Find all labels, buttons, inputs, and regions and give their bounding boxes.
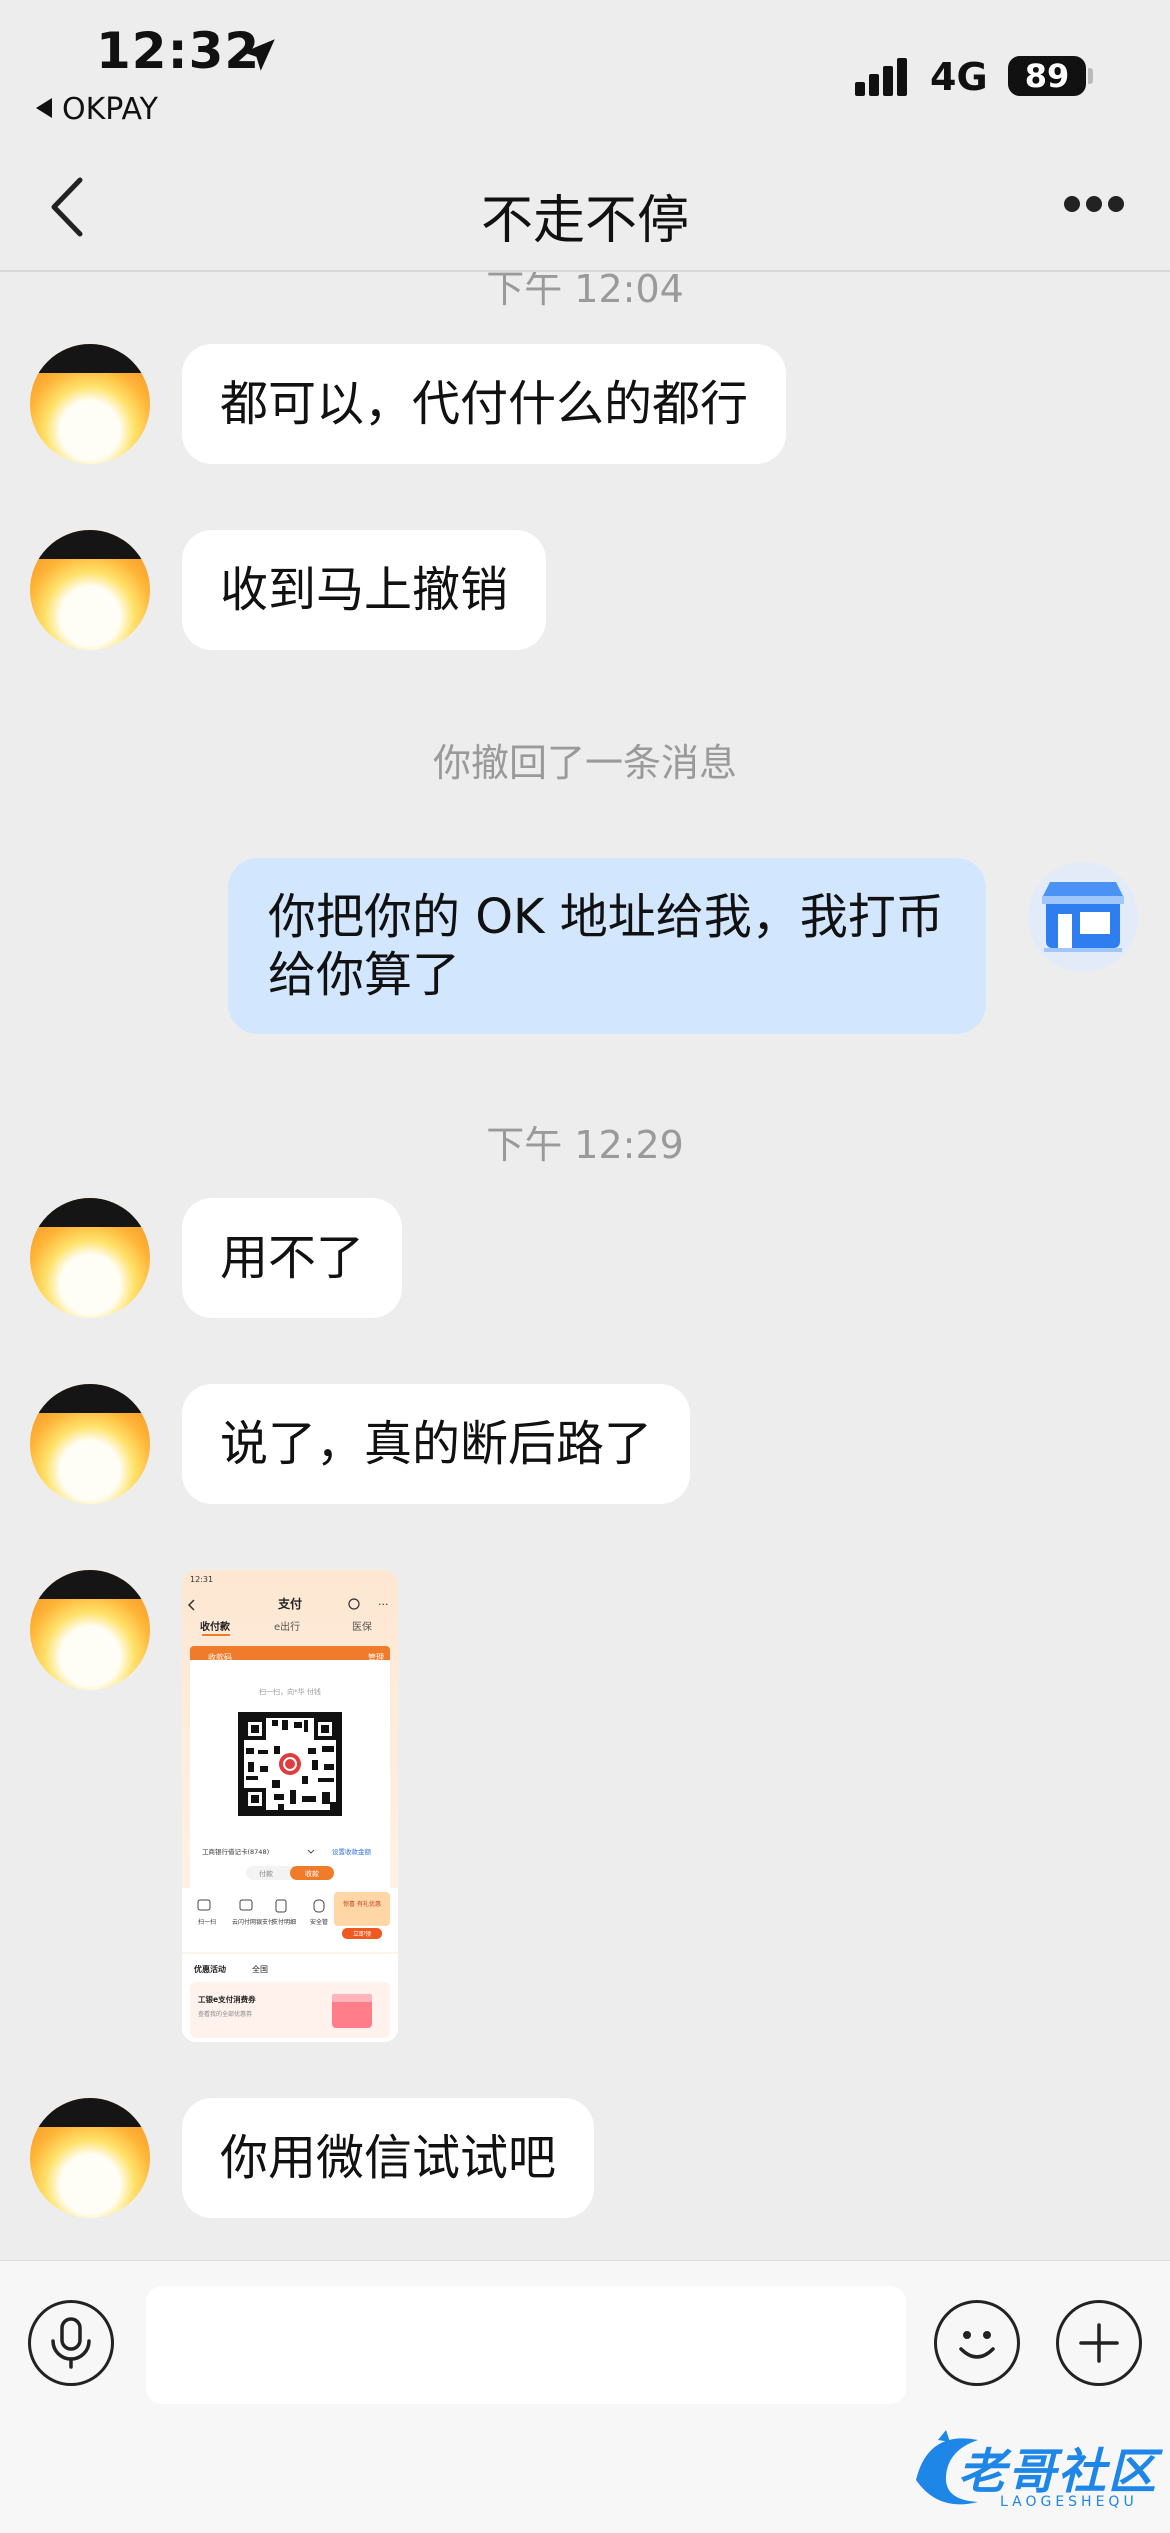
thumb-bank: 工商银行借记卡(8748) bbox=[202, 1847, 269, 1856]
message-bubble-incoming[interactable]: 说了，真的断后路了 bbox=[182, 1384, 691, 1504]
payment-screenshot: 12:31 支付 ··· 收付款 e出行 医保 收款码 管理 扫一扫，向*华 付… bbox=[182, 1570, 398, 2042]
contact-avatar[interactable] bbox=[30, 1570, 150, 1690]
message-bubble-incoming[interactable]: 都可以，代付什么的都行 bbox=[182, 344, 787, 464]
thumb-pay: 付款 bbox=[259, 1869, 273, 1878]
status-time: 12:32 bbox=[96, 22, 261, 80]
watermark-subtext: LAOGESHEQU bbox=[1000, 2494, 1138, 2510]
status-bar: 12:32 OKPAY 4G 89 bbox=[0, 0, 1170, 150]
more-options-icon[interactable] bbox=[1064, 196, 1124, 216]
back-to-app-link[interactable]: OKPAY bbox=[36, 92, 158, 127]
thumb-tab: 医保 bbox=[352, 1620, 372, 1633]
contact-avatar[interactable] bbox=[30, 2098, 150, 2218]
thumb-feature: 支付明细 bbox=[272, 1918, 296, 1926]
thumb-scan-hint: 扫一扫，向*华 付钱 bbox=[259, 1687, 321, 1696]
thumb-tab: 收付款 bbox=[200, 1620, 231, 1633]
battery-tip bbox=[1088, 68, 1093, 84]
thumb-tab: e出行 bbox=[274, 1620, 300, 1633]
timestamp: 下午 12:04 bbox=[486, 272, 684, 311]
message-list[interactable]: 下午 12:04 都可以，代付什么的都行 收到马上撤销 你撤回了一条消息 你把你… bbox=[0, 272, 1170, 2260]
message-bubble-incoming[interactable]: 你用微信试试吧 bbox=[182, 2098, 595, 2218]
thumb-feature: 云闪付网银支付 bbox=[232, 1918, 274, 1926]
location-arrow-icon bbox=[243, 39, 275, 71]
thumb-title: 支付 bbox=[277, 1596, 302, 1611]
contact-avatar[interactable] bbox=[30, 530, 150, 650]
smiley-icon bbox=[959, 2331, 995, 2359]
back-app-label: OKPAY bbox=[62, 92, 158, 127]
watermark-text: 老哥社区 bbox=[958, 2444, 1159, 2500]
back-triangle-icon bbox=[36, 98, 52, 118]
image-message-thumbnail[interactable]: 12:31 支付 ··· 收付款 e出行 医保 收款码 管理 扫一扫，向*华 付… bbox=[182, 1570, 398, 2042]
recall-notice: 你撤回了一条消息 bbox=[432, 741, 737, 785]
message-input[interactable] bbox=[146, 2286, 906, 2404]
thumb-time: 12:31 bbox=[190, 1575, 213, 1584]
battery-level: 89 bbox=[1024, 57, 1070, 95]
thumb-receive: 收款 bbox=[305, 1869, 319, 1878]
more-functions-button[interactable] bbox=[1056, 2300, 1142, 2386]
contact-avatar[interactable] bbox=[30, 344, 150, 464]
thumb-promo-title: 工银e支付消费券 bbox=[198, 1994, 256, 2004]
thumb-gift: 惊喜 有礼优惠 bbox=[343, 1900, 381, 1908]
microphone-icon bbox=[51, 2317, 91, 2369]
battery-icon: 89 bbox=[1008, 56, 1086, 96]
thumb-card-manage: 管理 bbox=[368, 1652, 384, 1662]
thumb-gift-button: 立即领 bbox=[353, 1930, 371, 1938]
message-bubble-incoming[interactable]: 用不了 bbox=[182, 1198, 403, 1318]
contact-avatar[interactable] bbox=[30, 1384, 150, 1504]
thumb-promo-sub: 查看我的全部优惠券 bbox=[198, 2010, 252, 2018]
plus-icon bbox=[1079, 2323, 1119, 2363]
timestamp: 下午 12:29 bbox=[486, 1123, 684, 1167]
chat-title: 不走不停 bbox=[480, 191, 689, 251]
thumb-card-title: 收款码 bbox=[208, 1652, 232, 1662]
message-bubble-incoming[interactable]: 收到马上撤销 bbox=[182, 530, 547, 650]
thumb-feature: 安全管 bbox=[310, 1918, 328, 1926]
qr-code bbox=[236, 1710, 344, 1818]
emoji-button[interactable] bbox=[934, 2300, 1020, 2386]
thumb-feature: 扫一扫 bbox=[198, 1918, 216, 1926]
cellular-signal-icon bbox=[855, 56, 915, 96]
thumb-promo-badge: 优惠活动 bbox=[194, 1964, 226, 1974]
thumb-promo-all: 全国 bbox=[252, 1964, 268, 1974]
network-type: 4G bbox=[930, 55, 988, 99]
thumb-set-amount: 设置收款金额 bbox=[332, 1847, 372, 1856]
voice-input-button[interactable] bbox=[28, 2300, 114, 2386]
message-bubble-outgoing[interactable]: 你把你的 OK 地址给我，我打币给你算了 bbox=[228, 858, 986, 1034]
svg-text:···: ··· bbox=[378, 1598, 389, 1611]
contact-avatar[interactable] bbox=[30, 1198, 150, 1318]
self-avatar[interactable] bbox=[1028, 862, 1138, 972]
shop-icon bbox=[1042, 882, 1124, 952]
